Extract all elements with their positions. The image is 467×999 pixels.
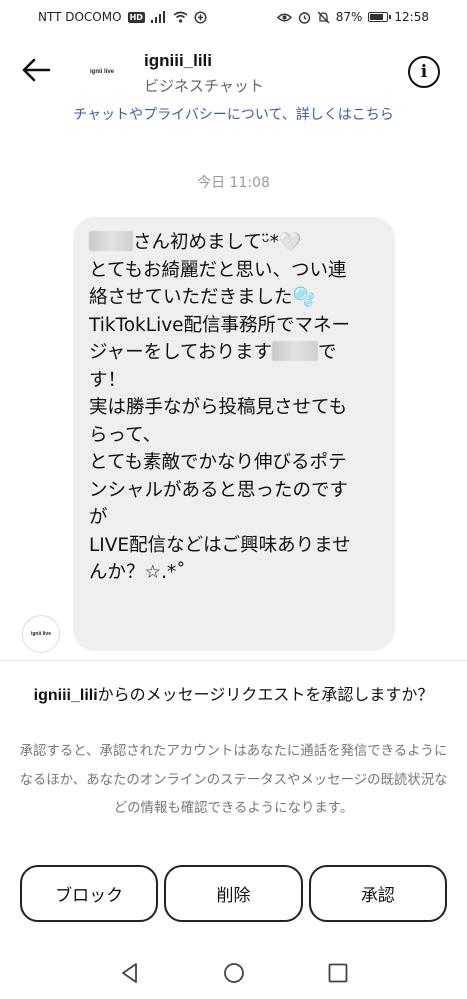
info-button[interactable]: i <box>408 56 440 88</box>
hd-badge: HD <box>127 11 145 23</box>
message-line: さん初めましてᵕ̈*🤍 <box>89 229 381 257</box>
request-description: 承認すると、承認されたアカウントはあなたに通話を発信できるようになるほか、あなた… <box>19 744 448 816</box>
circle-home-icon <box>223 963 244 983</box>
signal-icon <box>150 11 165 23</box>
message-line: が <box>89 507 108 528</box>
message-line: らって、 <box>89 424 162 446</box>
request-username: igniii_lili <box>33 687 98 704</box>
message-text: さん初めまして <box>133 232 262 253</box>
message-line: LIVE配信などはご興味ありませ <box>89 534 351 556</box>
divider <box>0 660 467 661</box>
message-line: TikTokLive配信事務所でマネー <box>89 314 351 336</box>
chat-username[interactable]: igniii_lili <box>144 51 212 71</box>
sender-avatar-logo: ignii live <box>30 631 51 637</box>
wifi-icon <box>173 11 188 23</box>
blurred-name <box>89 231 133 251</box>
carrier-name: NTT DOCOMO <box>38 10 122 24</box>
clock: 12:58 <box>394 10 429 24</box>
status-bar: NTT DOCOMO HD 87% 12:58 <box>0 0 467 34</box>
status-left: NTT DOCOMO HD <box>38 10 207 24</box>
battery-icon <box>368 12 392 22</box>
message-line: とてもお綺麗だと思い、つい連 <box>89 259 347 281</box>
alarm-icon <box>298 11 310 24</box>
message-emoji: ᵕ̈*🤍 <box>261 232 302 253</box>
request-actions: ブロック 削除 承認 <box>20 865 447 922</box>
message-line: ジャーをしております で <box>89 339 381 367</box>
nav-home-button[interactable] <box>222 961 246 985</box>
message-line: 絡させていただきました🫧 <box>89 287 316 308</box>
eye-icon <box>276 13 292 21</box>
system-nav-bar <box>0 947 467 999</box>
message-line: んか？☆.*˚ <box>89 562 186 583</box>
triangle-back-icon <box>121 963 137 983</box>
battery-percent: 87% <box>335 10 363 24</box>
blurred-name <box>271 341 318 361</box>
message-line: ンシャルがあると思ったのです <box>89 479 349 501</box>
status-right: 87% 12:58 <box>276 10 429 24</box>
chat-header: ignii live igniii_lili ビジネスチャット i <box>0 40 467 102</box>
message-timestamp: 今日 11:08 <box>197 175 270 191</box>
square-recent-icon <box>328 963 347 983</box>
header-avatar[interactable]: ignii live <box>79 52 125 92</box>
sender-avatar[interactable]: ignii live <box>22 615 60 653</box>
back-button[interactable] <box>20 54 52 86</box>
mute-icon <box>317 11 330 23</box>
delete-button[interactable]: 削除 <box>164 865 303 922</box>
message-text: ジャーをしております <box>89 342 272 363</box>
message-bubble[interactable]: さん初めましてᵕ̈*🤍 とてもお綺麗だと思い、つい連 絡させていただきました🫧 … <box>73 217 395 651</box>
request-question: からのメッセージリクエストを承認しますか？ <box>97 685 434 704</box>
back-arrow-icon <box>22 58 51 82</box>
info-icon: i <box>420 62 428 82</box>
message-line: 実は勝手ながら投稿見させても <box>89 397 348 418</box>
message-line: す！ <box>89 369 127 391</box>
message-text: で <box>317 342 337 363</box>
block-button[interactable]: ブロック <box>20 865 159 922</box>
message-line: とても素敵でかなり伸びるポテ <box>89 452 347 473</box>
nav-recent-button[interactable] <box>326 961 350 985</box>
chat-subtitle: ビジネスチャット <box>144 77 264 95</box>
nav-back-button[interactable] <box>118 961 142 985</box>
header-avatar-logo: ignii live <box>89 69 114 75</box>
battery-level <box>370 14 384 20</box>
data-saver-icon <box>194 10 207 24</box>
request-title: igniii_liliからのメッセージリクエストを承認しますか？ <box>20 680 447 710</box>
accept-button[interactable]: 承認 <box>308 865 447 922</box>
privacy-link[interactable]: チャットやプライバシーについて、詳しくはこちら <box>0 104 467 124</box>
